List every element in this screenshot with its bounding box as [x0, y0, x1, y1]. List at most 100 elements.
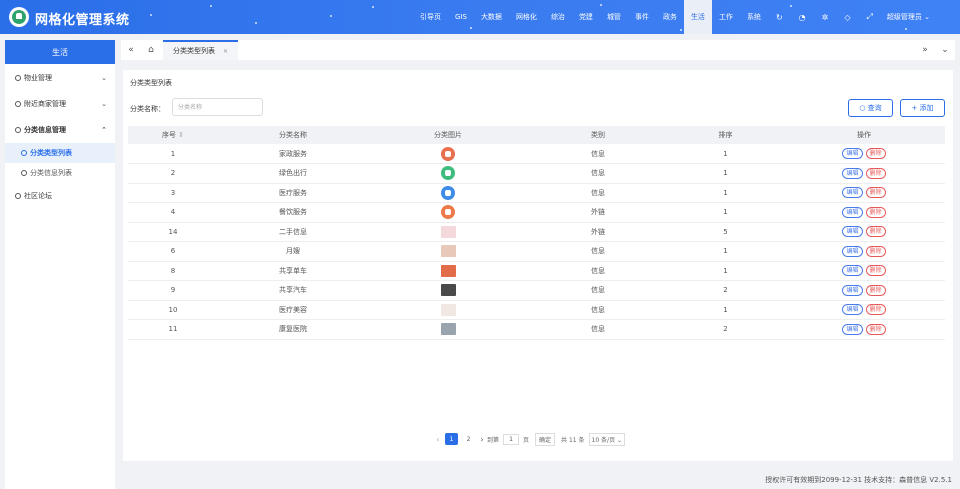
prev-page-icon[interactable]: ‹: [433, 435, 443, 444]
cell-sort: 1: [668, 202, 783, 223]
query-button[interactable]: ○ 查询: [848, 99, 893, 117]
edit-button[interactable]: 编辑: [842, 206, 863, 218]
cell-sort: 1: [668, 300, 783, 320]
cell-index: 8: [128, 261, 218, 281]
add-button[interactable]: + 添加: [900, 99, 945, 117]
double-right-icon[interactable]: »: [915, 40, 935, 60]
delete-button[interactable]: 删除: [865, 148, 886, 159]
cell-name: 餐饮服务: [218, 202, 368, 223]
cell-index: 11: [128, 319, 218, 340]
edit-button[interactable]: 编辑: [842, 148, 863, 159]
header-category: 类别: [528, 126, 668, 144]
cell-actions: 编辑 删除: [783, 241, 945, 262]
cell-index: 1: [128, 144, 218, 164]
nav-item-government[interactable]: 政务: [656, 0, 684, 34]
tab-bar: « ⌂ 分类类型列表 ✕ » ⌄: [121, 40, 955, 60]
nav-item-system[interactable]: 系统: [740, 0, 768, 34]
cell-category: 信息: [528, 319, 668, 340]
close-icon[interactable]: ✕: [223, 48, 228, 55]
cell-index: 14: [128, 222, 218, 242]
delete-button[interactable]: 删除: [865, 284, 886, 296]
sidebar-item-category-info[interactable]: 分类信息列表: [5, 163, 115, 183]
sidebar-group-property[interactable]: 物业管理 ⌄: [5, 65, 115, 91]
edit-button[interactable]: 编辑: [842, 245, 863, 257]
nav-item-events[interactable]: 事件: [628, 0, 656, 34]
category-image: [441, 146, 455, 161]
circle-icon: [21, 170, 27, 176]
home-icon[interactable]: ⌂: [141, 40, 161, 60]
category-image: [441, 166, 455, 181]
tab-category-types[interactable]: 分类类型列表 ✕: [163, 40, 239, 60]
header-index[interactable]: 序号 ⇕: [128, 126, 218, 144]
cell-sort: 1: [668, 163, 783, 184]
bell-icon[interactable]: ◔: [791, 0, 814, 34]
cell-category: 信息: [528, 261, 668, 281]
search-input[interactable]: [172, 98, 263, 116]
cell-name: 医疗服务: [218, 183, 368, 203]
edit-button[interactable]: 编辑: [842, 323, 863, 335]
delete-button[interactable]: 删除: [865, 187, 886, 199]
sidebar-item-category-types[interactable]: 分类类型列表: [5, 143, 115, 163]
nav-item-work[interactable]: 工作: [712, 0, 740, 34]
cell-image: [368, 241, 528, 262]
nav-item-gis[interactable]: GIS: [448, 0, 474, 34]
chevron-down-icon: ⌄: [101, 100, 107, 108]
delete-button[interactable]: 删除: [865, 167, 886, 179]
cell-image: [368, 202, 528, 223]
goto-page-input[interactable]: [503, 433, 520, 445]
delete-button[interactable]: 删除: [865, 323, 886, 335]
edit-button[interactable]: 编辑: [842, 187, 863, 199]
page-2[interactable]: 2: [462, 433, 475, 445]
circle-icon: [15, 75, 21, 81]
edit-button[interactable]: 编辑: [842, 284, 863, 296]
user-menu[interactable]: 超级管理员 ⌄: [881, 0, 936, 34]
nav-item-party[interactable]: 党建: [572, 0, 600, 34]
settings-icon[interactable]: ✲: [814, 0, 837, 34]
category-image: [440, 264, 456, 277]
page-size-select[interactable]: 10 条/页 ⌄: [588, 432, 626, 446]
double-left-icon[interactable]: «: [121, 40, 141, 60]
sort-icon: ⇕: [178, 131, 185, 139]
sidebar-item-label: 分类类型列表: [30, 149, 72, 157]
cell-image: [368, 261, 528, 281]
sidebar-group-forum[interactable]: 社区论坛: [5, 183, 115, 209]
cell-sort: 5: [668, 222, 783, 242]
refresh-icon[interactable]: ↻: [768, 0, 791, 34]
edit-button[interactable]: 编辑: [842, 265, 863, 277]
delete-button[interactable]: 删除: [865, 245, 886, 257]
nav-item-urban[interactable]: 城管: [600, 0, 628, 34]
edit-button[interactable]: 编辑: [842, 304, 863, 316]
header-name: 分类名称: [218, 126, 368, 144]
chevron-down-icon: ⌄: [921, 13, 930, 21]
nav-item-bigdata[interactable]: 大数据: [474, 0, 509, 34]
chevron-down-icon[interactable]: ⌄: [935, 40, 955, 60]
edit-button[interactable]: 编辑: [842, 226, 863, 238]
add-button-label: 添加: [919, 104, 934, 112]
page-unit: 页: [523, 436, 530, 444]
edit-button[interactable]: 编辑: [842, 167, 863, 179]
main-nav: 引导页 GIS 大数据 网格化 综治 党建 城管 事件 政务 生活 工作 系统 …: [413, 0, 936, 34]
sidebar-group-classified[interactable]: 分类信息管理 ⌃: [5, 117, 115, 143]
delete-button[interactable]: 删除: [865, 304, 886, 316]
sidebar-group-merchants[interactable]: 附近商家管理 ⌄: [5, 91, 115, 117]
nav-item-governance[interactable]: 综治: [544, 0, 572, 34]
next-page-icon[interactable]: ›: [477, 435, 487, 444]
nav-item-life[interactable]: 生活: [683, 0, 712, 34]
tag-icon[interactable]: ◇: [836, 0, 858, 34]
cell-actions: 编辑 删除: [783, 163, 945, 184]
delete-button[interactable]: 删除: [865, 226, 886, 238]
table-row: 9 共享汽车 信息 2 编辑 删除: [128, 280, 945, 301]
cell-category: 外链: [528, 202, 668, 223]
cell-name: 月嫂: [218, 241, 368, 262]
delete-button[interactable]: 删除: [865, 265, 886, 277]
chevron-up-icon: ⌃: [101, 126, 107, 134]
sidebar-item-label: 分类信息列表: [30, 169, 72, 177]
delete-button[interactable]: 删除: [865, 206, 886, 218]
table-row: 4 餐饮服务 外链 1 编辑 删除: [128, 202, 945, 223]
nav-item-guide[interactable]: 引导页: [413, 0, 448, 34]
goto-confirm-button[interactable]: 确定: [535, 432, 556, 446]
fullscreen-icon[interactable]: ⤢: [858, 0, 880, 34]
cell-actions: 编辑 删除: [783, 319, 945, 340]
page-1[interactable]: 1: [445, 433, 458, 445]
nav-item-grid[interactable]: 网格化: [509, 0, 544, 34]
